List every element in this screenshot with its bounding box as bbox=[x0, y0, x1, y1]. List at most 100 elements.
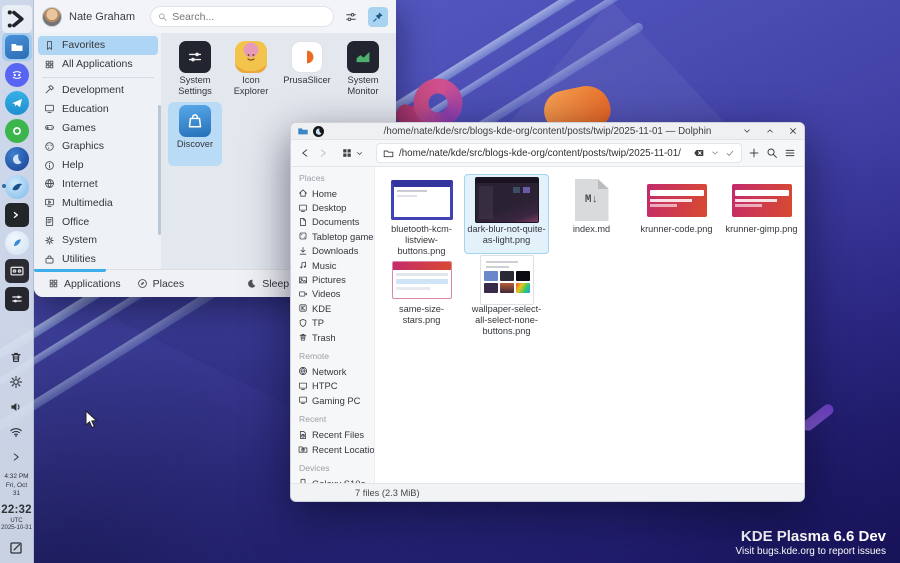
maximize-button[interactable] bbox=[765, 126, 775, 136]
titlebar[interactable]: /home/nate/kde/src/blogs-kde-org/content… bbox=[291, 123, 804, 140]
category-internet[interactable]: Internet bbox=[38, 175, 158, 194]
place-videos[interactable]: Videos bbox=[298, 287, 370, 301]
brightness-tray-button[interactable] bbox=[3, 371, 29, 393]
sleep-button[interactable]: Sleep bbox=[240, 270, 295, 297]
file-krunner-gimp[interactable]: krunner-gimp.png bbox=[719, 174, 804, 254]
place-documents[interactable]: Documents bbox=[298, 215, 370, 229]
close-button[interactable] bbox=[788, 126, 798, 136]
desktop: KDE Plasma 6.6 Dev Visit bugs.kde.org to… bbox=[0, 0, 900, 563]
display-icon bbox=[298, 381, 308, 391]
konsole-task-button[interactable] bbox=[2, 201, 32, 229]
volume-tray-button[interactable] bbox=[3, 396, 29, 418]
category-office[interactable]: Office bbox=[38, 212, 158, 231]
blue-sphere-task-button[interactable] bbox=[2, 145, 32, 173]
place-music[interactable]: Music bbox=[298, 258, 370, 272]
place-recent-locations[interactable]: Recent Locations bbox=[298, 442, 370, 456]
file-same-size-stars[interactable]: same-size-stars.png bbox=[379, 254, 464, 334]
browser-task-button[interactable] bbox=[2, 173, 32, 201]
place-network[interactable]: Network bbox=[298, 364, 370, 378]
file-krunner-code[interactable]: krunner-code.png bbox=[634, 174, 719, 254]
wifi-icon bbox=[9, 425, 23, 439]
search-button[interactable] bbox=[766, 147, 778, 159]
category-multimedia[interactable]: Multimedia bbox=[38, 193, 158, 212]
category-graphics[interactable]: Graphics bbox=[38, 137, 158, 156]
search-input[interactable] bbox=[172, 11, 326, 23]
clear-text-icon[interactable] bbox=[693, 147, 705, 159]
pin-button[interactable] bbox=[368, 7, 388, 27]
category-system[interactable]: System bbox=[38, 231, 158, 250]
place-trash[interactable]: Trash bbox=[298, 330, 370, 344]
place-htpc[interactable]: HTPC bbox=[298, 379, 370, 393]
category-favorites[interactable]: Favorites bbox=[38, 36, 158, 55]
app-system-monitor[interactable]: System Monitor bbox=[336, 38, 390, 102]
file-thumbnail bbox=[647, 184, 707, 217]
place-pictures[interactable]: Pictures bbox=[298, 272, 370, 286]
chevron-down-icon[interactable] bbox=[710, 148, 720, 158]
scrollbar[interactable] bbox=[158, 105, 161, 235]
place-gaming-pc[interactable]: Gaming PC bbox=[298, 393, 370, 407]
split-view-button[interactable] bbox=[748, 147, 760, 159]
local-clock[interactable]: 4:32 PM Fri, Oct 31 bbox=[4, 473, 28, 497]
globe-icon bbox=[44, 178, 55, 189]
app-launcher-button[interactable] bbox=[2, 5, 32, 33]
places-panel: Places Home Desktop Documents Tabletop g… bbox=[291, 167, 375, 483]
place-desktop[interactable]: Desktop bbox=[298, 200, 370, 214]
media-app-task-button[interactable] bbox=[2, 257, 32, 285]
trash-tray-button[interactable] bbox=[3, 346, 29, 368]
utc-clock[interactable]: 22:32 UTC 2025-10-31 bbox=[1, 504, 32, 532]
place-kde[interactable]: KDE bbox=[298, 301, 370, 315]
app-icon-explorer[interactable]: Icon Explorer bbox=[224, 38, 278, 102]
category-all-applications[interactable]: All Applications bbox=[38, 55, 158, 74]
file-thumbnail bbox=[392, 261, 452, 299]
back-button[interactable] bbox=[299, 147, 311, 159]
folder-view[interactable]: bluetooth-kcm-listview-buttons.png dark-… bbox=[375, 167, 804, 483]
telegram-task-button[interactable] bbox=[2, 89, 32, 117]
place-tp[interactable]: TP bbox=[298, 316, 370, 330]
globe-icon bbox=[298, 366, 308, 376]
minimize-button[interactable] bbox=[742, 126, 752, 136]
app-label: Icon Explorer bbox=[224, 75, 278, 97]
place-home[interactable]: Home bbox=[298, 186, 370, 200]
notes-widget-button[interactable] bbox=[3, 537, 29, 559]
file-index-md[interactable]: M↓ index.md bbox=[549, 174, 634, 254]
grid-view-icon bbox=[341, 147, 353, 159]
search-box[interactable] bbox=[150, 6, 334, 27]
network-tray-button[interactable] bbox=[3, 421, 29, 443]
location-bar[interactable]: /home/nate/kde/src/blogs-kde-org/content… bbox=[376, 143, 742, 163]
category-development[interactable]: Development bbox=[38, 81, 158, 100]
app-system-settings[interactable]: System Settings bbox=[168, 38, 222, 102]
menu-button[interactable] bbox=[784, 147, 796, 159]
category-education[interactable]: Education bbox=[38, 99, 158, 118]
place-galaxy-s10e[interactable]: Galaxy S10e bbox=[298, 476, 370, 483]
checkmark-icon[interactable] bbox=[725, 148, 735, 158]
place-tabletop-games[interactable]: Tabletop games bbox=[298, 229, 370, 243]
category-help[interactable]: Help bbox=[38, 156, 158, 175]
plasma-dev-watermark: KDE Plasma 6.6 Dev Visit bugs.kde.org to… bbox=[736, 528, 886, 557]
file-dark-blur[interactable]: dark-blur-not-quite-as-light.png bbox=[464, 174, 549, 254]
app-prusaslicer[interactable]: PrusaSlicer bbox=[280, 38, 334, 102]
place-downloads[interactable]: Downloads bbox=[298, 244, 370, 258]
dolphin-window-icon bbox=[297, 125, 309, 137]
pin-icon bbox=[372, 11, 384, 23]
system-settings-task-button[interactable] bbox=[2, 285, 32, 313]
place-recent-files[interactable]: Recent Files bbox=[298, 427, 370, 441]
view-mode-button[interactable] bbox=[341, 147, 364, 159]
tab-places[interactable]: Places bbox=[131, 270, 191, 297]
feather-app-task-button[interactable] bbox=[2, 229, 32, 257]
tray-expander-button[interactable] bbox=[3, 446, 29, 468]
discord-task-button[interactable] bbox=[2, 61, 32, 89]
chat-app-task-button[interactable] bbox=[2, 117, 32, 145]
category-games[interactable]: Games bbox=[38, 118, 158, 137]
file-wallpaper-select[interactable]: wallpaper-select-all-select-none-buttons… bbox=[464, 254, 549, 334]
file-bluetooth-kcm[interactable]: bluetooth-kcm-listview-buttons.png bbox=[379, 174, 464, 254]
gear-icon bbox=[44, 235, 55, 246]
category-utilities[interactable]: Utilities bbox=[38, 250, 158, 269]
forward-button[interactable] bbox=[317, 147, 329, 159]
category-label: Help bbox=[62, 159, 84, 171]
tab-applications[interactable]: Applications bbox=[42, 270, 127, 297]
configure-button[interactable] bbox=[341, 7, 361, 27]
user-avatar[interactable] bbox=[42, 7, 62, 27]
app-discover[interactable]: Discover bbox=[168, 102, 222, 166]
dolphin-task-button[interactable] bbox=[2, 33, 32, 61]
location-path[interactable]: /home/nate/kde/src/blogs-kde-org/content… bbox=[399, 148, 688, 159]
